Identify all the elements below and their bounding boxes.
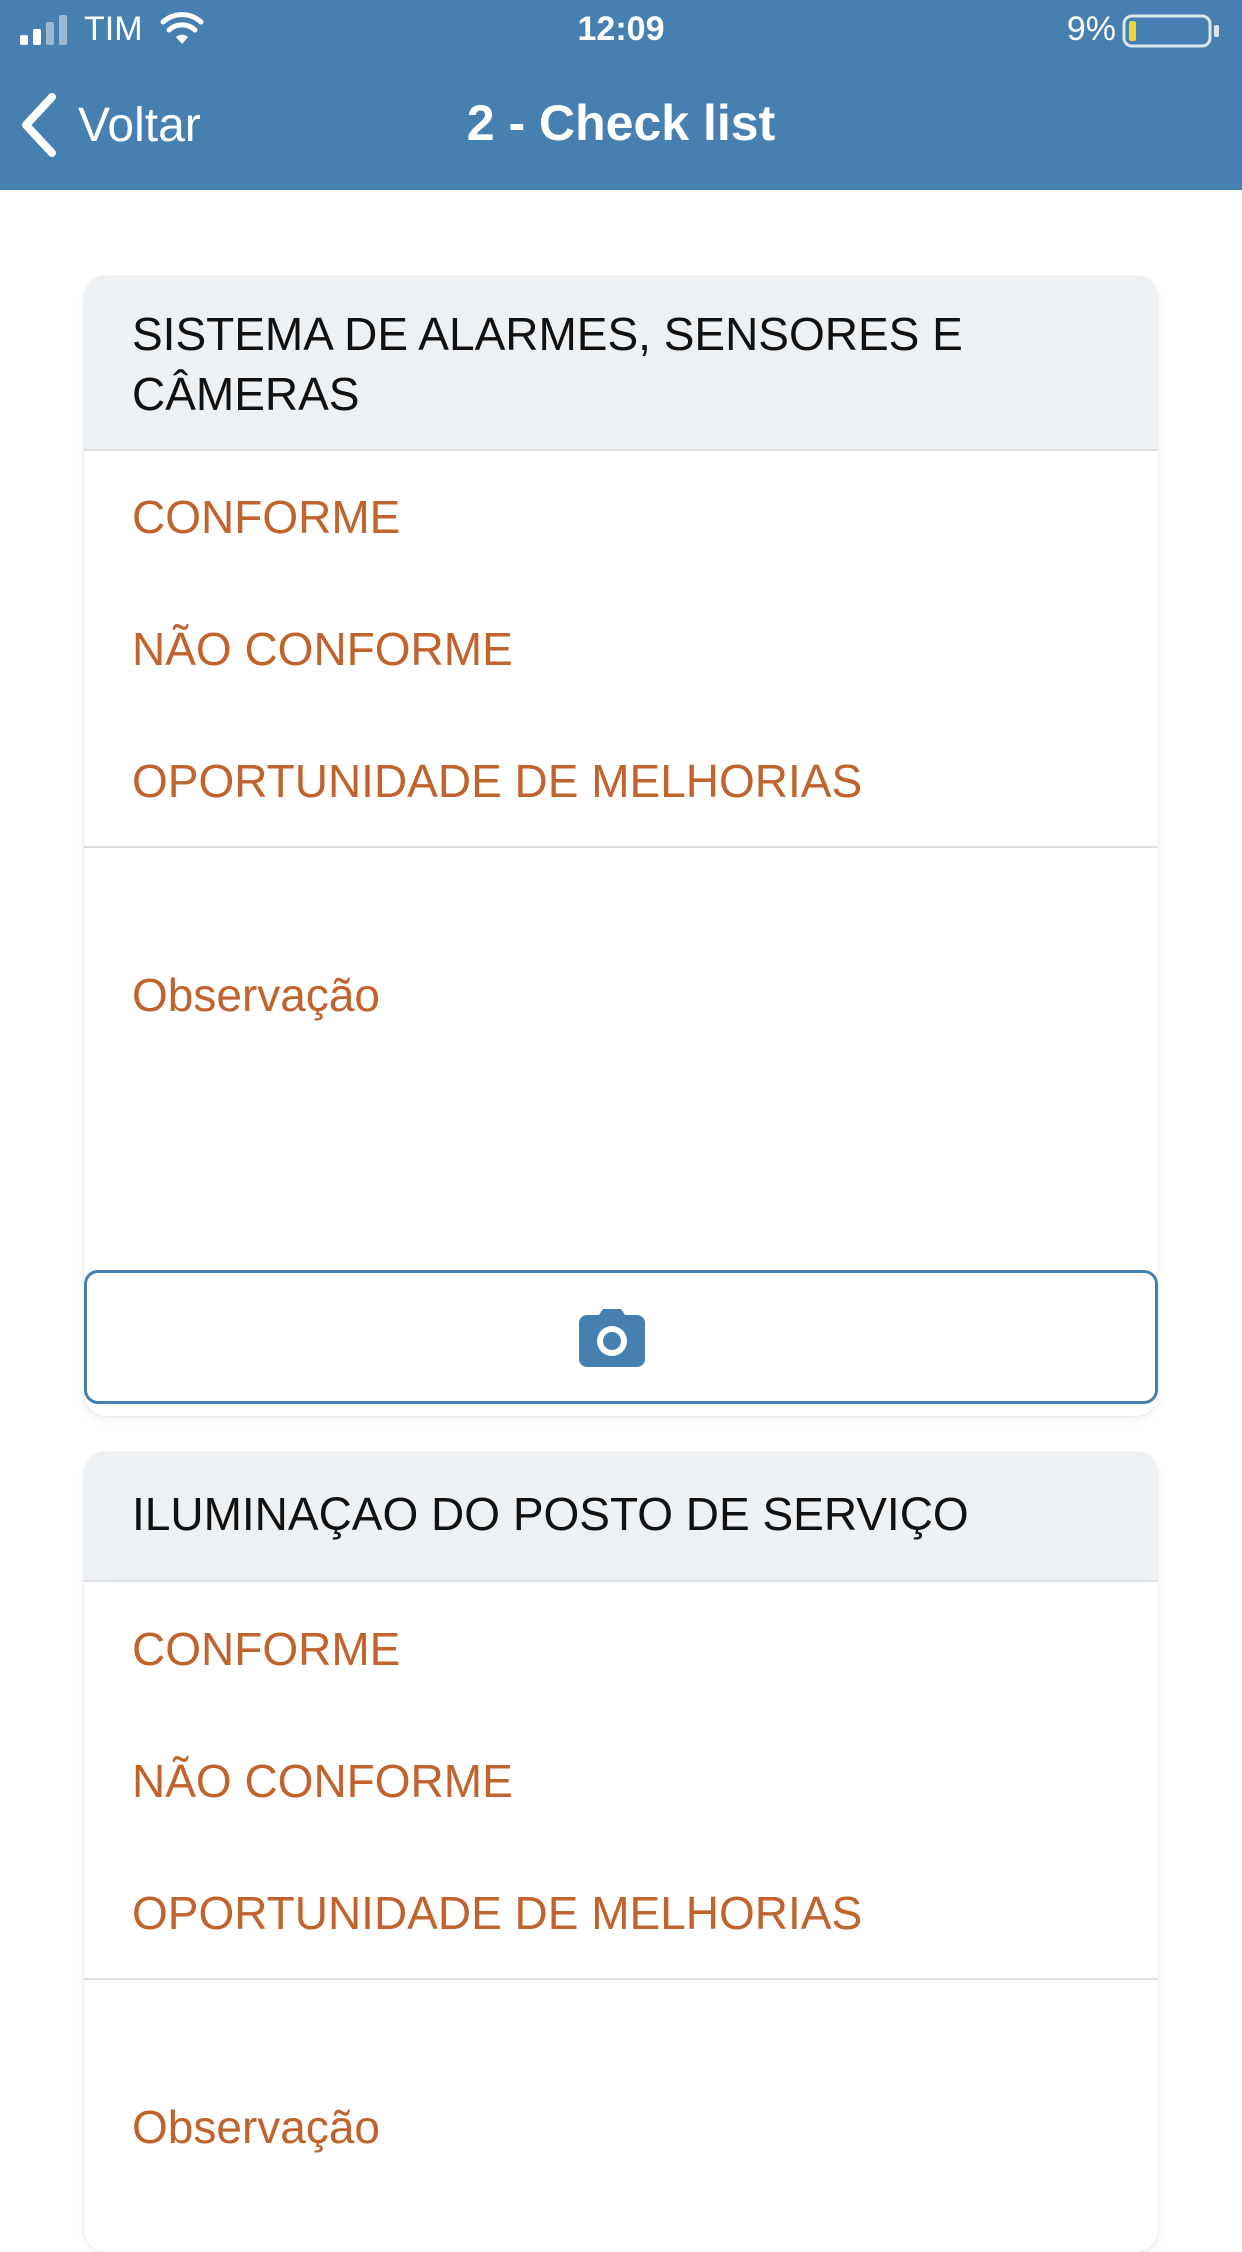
camera-icon [579, 1309, 645, 1367]
option-conforme[interactable]: CONFORME [132, 490, 400, 544]
camera-button[interactable] [84, 1270, 1158, 1404]
divider [84, 1978, 1158, 1980]
checklist-card: SISTEMA DE ALARMES, SENSORES E CÂMERAS C… [84, 276, 1158, 1416]
option-nao-conforme[interactable]: NÃO CONFORME [132, 622, 513, 676]
app-header: TIM 12:09 9% Voltar 2 - Check list [0, 0, 1242, 190]
navigation-bar: Voltar 2 - Check list [0, 60, 1242, 190]
battery-icon [1122, 14, 1219, 48]
option-oportunidade-de-melhorias[interactable]: OPORTUNIDADE DE MELHORIAS [132, 1886, 862, 1940]
section-title: ILUMINAÇAO DO POSTO DE SERVIÇO [84, 1452, 1158, 1582]
page-title: 2 - Check list [466, 95, 776, 151]
status-bar: TIM 12:09 9% [0, 0, 1242, 60]
option-oportunidade-de-melhorias[interactable]: OPORTUNIDADE DE MELHORIAS [132, 754, 862, 808]
observation-field[interactable]: Observação [132, 2100, 380, 2154]
clock: 12:09 [577, 10, 665, 48]
observation-field[interactable]: Observação [132, 968, 380, 1022]
divider [84, 846, 1158, 848]
checklist-card: ILUMINAÇAO DO POSTO DE SERVIÇO CONFORME … [84, 1452, 1158, 2252]
option-nao-conforme[interactable]: NÃO CONFORME [132, 1754, 513, 1808]
battery-percentage: 9% [1066, 10, 1116, 48]
section-title: SISTEMA DE ALARMES, SENSORES E CÂMERAS [84, 276, 1158, 451]
option-conforme[interactable]: CONFORME [132, 1622, 400, 1676]
